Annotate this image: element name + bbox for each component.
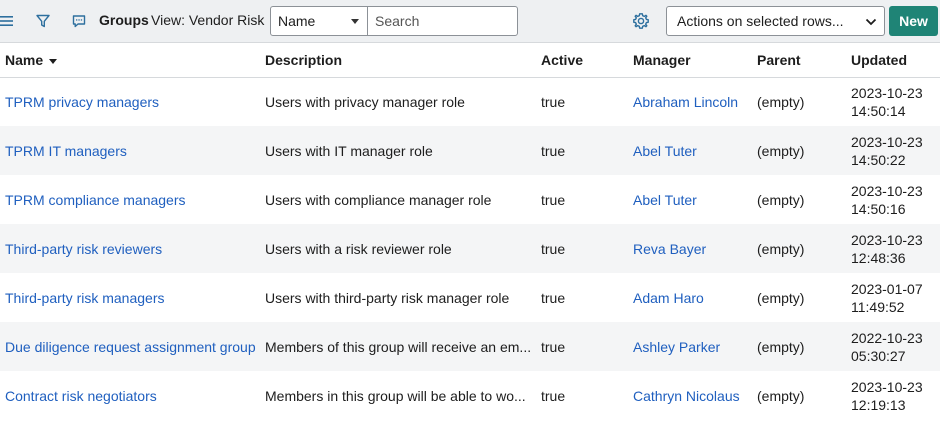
updated-cell: 2023-10-23 14:50:22 (851, 133, 923, 168)
actions-select[interactable]: Actions on selected rows... (666, 6, 885, 36)
column-header-active[interactable]: Active (536, 43, 628, 78)
active-cell: true (541, 142, 566, 159)
description-cell: Users with third-party risk manager role (265, 289, 510, 306)
table-header-row: Name Description Active Manager Parent U… (0, 43, 940, 78)
active-cell: true (541, 387, 566, 404)
table-row: TPRM IT managers Users with IT manager r… (0, 126, 940, 175)
table-row: Contract risk negotiators Members in thi… (0, 371, 940, 420)
description-cell: Users with privacy manager role (265, 93, 465, 110)
column-header-parent[interactable]: Parent (752, 43, 846, 78)
manager-link[interactable]: Reva Bayer (633, 241, 706, 257)
gear-icon[interactable] (631, 11, 651, 31)
parent-cell: (empty) (757, 338, 805, 355)
search-field-value: Name (278, 13, 316, 29)
column-header-updated[interactable]: Updated (846, 43, 940, 78)
group-name-link[interactable]: Contract risk negotiators (5, 388, 157, 404)
group-name-link[interactable]: TPRM compliance managers (5, 192, 186, 208)
description-cell: Users with a risk reviewer role (265, 240, 452, 257)
new-button[interactable]: New (889, 6, 938, 36)
description-cell: Members of this group will receive an em… (265, 338, 532, 355)
group-name-link[interactable]: TPRM IT managers (5, 143, 127, 159)
search-input[interactable] (367, 6, 518, 36)
updated-cell: 2023-01-07 11:49:52 (851, 280, 923, 315)
updated-cell: 2023-10-23 14:50:16 (851, 182, 923, 217)
manager-link[interactable]: Abel Tuter (633, 143, 697, 159)
actions-select-value: Actions on selected rows... (677, 13, 844, 29)
manager-link[interactable]: Ashley Parker (633, 339, 720, 355)
updated-cell: 2022-10-23 05:30:27 (851, 329, 923, 364)
sort-down-icon (49, 58, 58, 64)
parent-cell: (empty) (757, 240, 805, 257)
column-header-manager[interactable]: Manager (628, 43, 752, 78)
description-cell: Members in this group will be able to wo… (265, 387, 526, 404)
column-header-description[interactable]: Description (260, 43, 536, 78)
active-cell: true (541, 191, 566, 208)
description-cell: Users with compliance manager role (265, 191, 492, 208)
menu-icon[interactable] (0, 11, 17, 31)
active-cell: true (541, 289, 566, 306)
parent-cell: (empty) (757, 289, 805, 306)
parent-cell: (empty) (757, 93, 805, 110)
description-cell: Users with IT manager role (265, 142, 433, 159)
parent-cell: (empty) (757, 142, 805, 159)
manager-link[interactable]: Abel Tuter (633, 192, 697, 208)
updated-cell: 2023-10-23 12:19:13 (851, 378, 923, 413)
parent-cell: (empty) (757, 387, 805, 404)
chevron-down-icon (865, 18, 877, 26)
active-cell: true (541, 240, 566, 257)
table-row: Due diligence request assignment group M… (0, 322, 940, 371)
table-row: Third-party risk reviewers Users with a … (0, 224, 940, 273)
chat-icon[interactable] (69, 11, 89, 31)
column-header-name[interactable]: Name (0, 43, 260, 78)
manager-link[interactable]: Adam Haro (633, 290, 704, 306)
manager-link[interactable]: Cathryn Nicolaus (633, 388, 740, 404)
list-toolbar: Groups View: Vendor Risk Name Actions on… (0, 0, 940, 43)
active-cell: true (541, 93, 566, 110)
table-row: TPRM privacy managers Users with privacy… (0, 77, 940, 126)
view-label: View: Vendor Risk (151, 12, 265, 28)
search-field-select[interactable]: Name (270, 6, 368, 36)
active-cell: true (541, 338, 566, 355)
group-name-link[interactable]: Third-party risk managers (5, 290, 165, 306)
parent-cell: (empty) (757, 191, 805, 208)
group-name-link[interactable]: TPRM privacy managers (5, 94, 159, 110)
chevron-down-icon (351, 19, 359, 24)
updated-cell: 2023-10-23 12:48:36 (851, 231, 923, 266)
group-name-link[interactable]: Third-party risk reviewers (5, 241, 162, 257)
table-row: TPRM compliance managers Users with comp… (0, 175, 940, 224)
updated-cell: 2023-10-23 14:50:14 (851, 84, 923, 119)
table-row: Third-party risk managers Users with thi… (0, 273, 940, 322)
page-title: Groups (99, 12, 149, 28)
manager-link[interactable]: Abraham Lincoln (633, 94, 738, 110)
filter-icon[interactable] (33, 11, 53, 31)
group-name-link[interactable]: Due diligence request assignment group (5, 339, 256, 355)
groups-table: Name Description Active Manager Parent U… (0, 43, 940, 420)
